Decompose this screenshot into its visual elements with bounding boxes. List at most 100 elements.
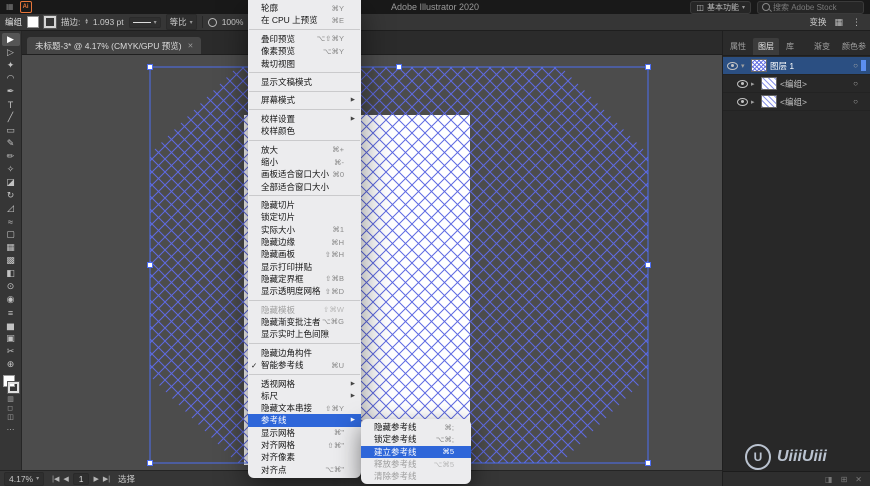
tool-pencil[interactable]: ✏ bbox=[2, 150, 20, 163]
transform-label[interactable]: 变换 bbox=[809, 16, 826, 28]
tool-perspective-grid[interactable]: ▦ bbox=[2, 241, 20, 254]
menu-item[interactable]: 像素预览 ⌥⌘Y bbox=[248, 45, 361, 57]
delete-layer-icon[interactable]: ✕ bbox=[855, 475, 862, 484]
stock-search-input[interactable] bbox=[773, 2, 859, 12]
panel-tab[interactable]: 图层 bbox=[753, 38, 779, 55]
layer-row[interactable]: ▸ <编组> ○ bbox=[723, 75, 870, 93]
stock-search[interactable] bbox=[757, 0, 864, 14]
target-circle-icon[interactable]: ○ bbox=[853, 97, 858, 106]
fill-stroke-control[interactable] bbox=[2, 375, 20, 395]
stroke-stepper[interactable]: ▴ ▾ bbox=[85, 17, 88, 26]
target-circle-icon[interactable]: ○ bbox=[853, 79, 858, 88]
menu-item[interactable]: 画板适合窗口大小 ⌘0 bbox=[248, 168, 361, 180]
menu-item[interactable]: 隐藏参考线 ⌘; bbox=[361, 421, 471, 433]
zoom-dropdown[interactable]: 4.17% ▾ bbox=[4, 471, 45, 486]
tool-direct-selection[interactable]: ▷ bbox=[2, 46, 20, 59]
document-tab[interactable]: 未标题-3* @ 4.17% (CMYK/GPU 预览) ✕ bbox=[27, 37, 202, 54]
tool-line-segment[interactable]: ╱ bbox=[2, 111, 20, 124]
menu-item[interactable]: 显示实时上色间隙 bbox=[248, 328, 361, 340]
eye-icon[interactable] bbox=[727, 61, 738, 70]
first-artboard-icon[interactable]: |◀ bbox=[52, 475, 59, 483]
menu-item[interactable]: 隐藏边缘 ⌘H bbox=[248, 236, 361, 248]
tool-column-graph[interactable]: ▅ bbox=[2, 319, 20, 332]
tool-lasso[interactable]: ◠ bbox=[2, 72, 20, 85]
menu-item[interactable]: 裁切视图 bbox=[248, 57, 361, 69]
menu-item[interactable]: 隐藏文本串接 ⇧⌘Y bbox=[248, 402, 361, 414]
menu-item[interactable]: 对齐点 ⌥⌘" bbox=[248, 463, 361, 475]
menu-item[interactable]: 实际大小 ⌘1 bbox=[248, 224, 361, 236]
tool-paintbrush[interactable]: ✎ bbox=[2, 137, 20, 150]
more-options-icon[interactable]: ⋮ bbox=[851, 17, 862, 27]
layer-row[interactable]: ▾ 图层 1 ○ bbox=[723, 57, 870, 75]
menu-item[interactable]: 隐藏边角构件 bbox=[248, 347, 361, 359]
canvas[interactable] bbox=[22, 55, 722, 470]
tool-eyedropper[interactable]: ⊙ bbox=[2, 280, 20, 293]
menu-item[interactable]: 校样设置 ▶ bbox=[248, 113, 361, 125]
edit-toolbar-icon[interactable]: ⋯ bbox=[7, 425, 15, 434]
menu-item[interactable]: 放大 ⌘+ bbox=[248, 144, 361, 156]
tool-eraser[interactable]: ◪ bbox=[2, 176, 20, 189]
menu-item[interactable]: 参考线 ▶ bbox=[248, 414, 361, 427]
width-profile-dropdown[interactable]: 等比 ▾ bbox=[165, 14, 197, 30]
tool-slice[interactable]: ✂ bbox=[2, 345, 20, 358]
workspace-switcher[interactable]: ◫ 基本功能 ▾ bbox=[690, 0, 751, 14]
stroke-style-dropdown[interactable]: ▾ bbox=[128, 16, 161, 28]
menu-item[interactable]: 屏幕模式 ▶ bbox=[248, 94, 361, 106]
tool-zoom[interactable]: ⊕ bbox=[2, 358, 20, 371]
tool-free-transform[interactable]: ▢ bbox=[2, 228, 20, 241]
opacity-value[interactable]: 100% bbox=[222, 17, 244, 27]
menu-item[interactable]: 隐藏模板 ⇧⌘W bbox=[248, 304, 361, 316]
menu-item[interactable]: 释放参考线 ⌥⌘5 bbox=[361, 458, 471, 470]
panel-tab[interactable]: 颜色参 bbox=[837, 38, 870, 55]
tool-rectangle[interactable]: ▭ bbox=[2, 124, 20, 137]
prev-artboard-icon[interactable]: ◀ bbox=[63, 475, 68, 483]
menu-item[interactable]: 显示网格 ⌘" bbox=[248, 427, 361, 439]
tool-scale[interactable]: ◿ bbox=[2, 202, 20, 215]
panel-tab[interactable]: 属性 bbox=[725, 38, 751, 55]
next-artboard-icon[interactable]: ▶ bbox=[93, 475, 98, 483]
target-circle-icon[interactable]: ○ bbox=[853, 61, 858, 70]
tool-width[interactable]: ≈ bbox=[2, 215, 20, 228]
menu-item[interactable]: 清除参考线 bbox=[361, 470, 471, 482]
menu-item[interactable]: 建立参考线 ⌘5 bbox=[361, 445, 471, 458]
menu-item[interactable]: ✓ 智能参考线 ⌘U bbox=[248, 359, 361, 371]
draw-mode-icon[interactable]: ◫ bbox=[7, 413, 14, 422]
last-artboard-icon[interactable]: ▶| bbox=[103, 475, 110, 483]
eye-icon[interactable] bbox=[737, 97, 748, 106]
tool-magic-wand[interactable]: ✦ bbox=[2, 59, 20, 72]
artboard-number[interactable]: 1 bbox=[72, 472, 90, 485]
menu-item[interactable]: 全部适合窗口大小 bbox=[248, 181, 361, 193]
menu-item[interactable]: 在 CPU 上预览 ⌘E bbox=[248, 14, 361, 26]
panel-tab[interactable]: 渐变 bbox=[809, 38, 835, 55]
menu-item[interactable]: 显示透明度网格 ⇧⌘D bbox=[248, 285, 361, 297]
draw-mode-icon[interactable]: ◻ bbox=[7, 404, 14, 413]
menu-item[interactable]: 隐藏渐变批注者 ⌥⌘G bbox=[248, 316, 361, 328]
app-grid-icon[interactable]: ▦ bbox=[6, 3, 14, 11]
stroke-swatch[interactable] bbox=[6, 381, 20, 394]
menu-item[interactable]: 透视网格 ▶ bbox=[248, 377, 361, 389]
chevron-icon[interactable]: ▸ bbox=[751, 80, 758, 88]
menu-item[interactable]: 锁定切片 bbox=[248, 211, 361, 223]
menu-item[interactable]: 隐藏定界框 ⇧⌘B bbox=[248, 273, 361, 285]
panel-tab[interactable]: 库 bbox=[781, 38, 799, 55]
tool-type[interactable]: T bbox=[2, 98, 20, 111]
menu-item[interactable]: 隐藏画板 ⇧⌘H bbox=[248, 248, 361, 260]
tool-rotate[interactable]: ↻ bbox=[2, 189, 20, 202]
tool-shaper[interactable]: ✧ bbox=[2, 163, 20, 176]
menu-item[interactable]: 缩小 ⌘- bbox=[248, 156, 361, 168]
close-icon[interactable]: ✕ bbox=[188, 42, 194, 50]
stroke-weight-value[interactable]: 1.093 pt bbox=[93, 17, 124, 27]
stroke-color-swatch[interactable] bbox=[43, 15, 58, 29]
menu-item[interactable]: 显示文稿模式 bbox=[248, 76, 361, 88]
menu-item[interactable]: 叠印预览 ⌥⇧⌘Y bbox=[248, 33, 361, 45]
new-layer-icon[interactable]: ⊞ bbox=[841, 475, 848, 484]
menu-item[interactable]: 对齐像素 bbox=[248, 451, 361, 463]
chevron-icon[interactable]: ▸ bbox=[751, 98, 758, 106]
menu-item[interactable]: 隐藏切片 bbox=[248, 199, 361, 211]
tool-mesh[interactable]: ▩ bbox=[2, 254, 20, 267]
tool-blend[interactable]: ◉ bbox=[2, 293, 20, 306]
make-mask-icon[interactable]: ◨ bbox=[825, 475, 833, 484]
menu-item[interactable]: 对齐网格 ⇧⌘" bbox=[248, 439, 361, 451]
menu-item[interactable]: 标尺 ▶ bbox=[248, 390, 361, 402]
align-icon[interactable]: ▦ bbox=[833, 17, 844, 27]
